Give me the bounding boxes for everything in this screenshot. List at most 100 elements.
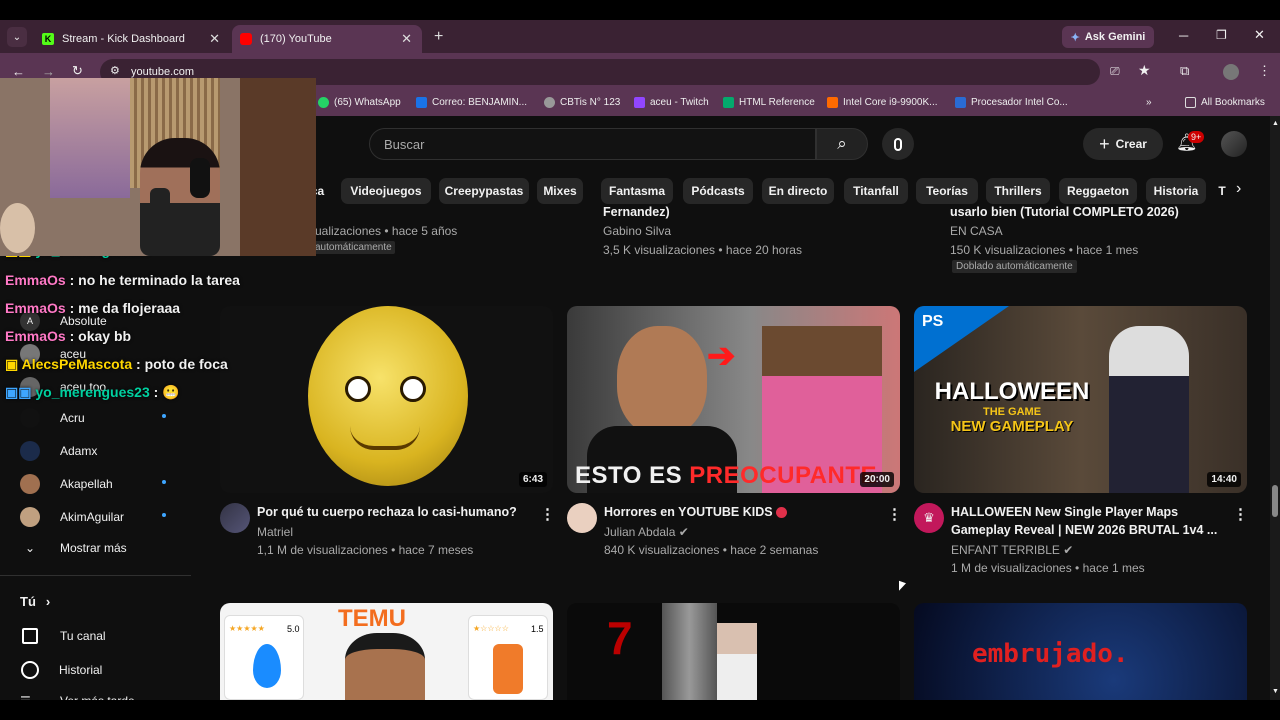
sub-label: Akapellah	[60, 477, 113, 491]
site-info-icon[interactable]: ⚙	[110, 64, 120, 77]
tab-youtube[interactable]: (170) YouTube ✕	[232, 25, 422, 53]
ask-gemini-button[interactable]: ✦ Ask Gemini	[1062, 26, 1154, 48]
chip-videojuegos[interactable]: Videojuegos	[341, 178, 431, 204]
bookmark-cbtis[interactable]: CBTis N° 123	[544, 97, 620, 108]
sidebar-sub-akapellah[interactable]: Akapellah	[20, 474, 113, 494]
chip-teorias[interactable]: Teorías	[916, 178, 978, 204]
video-meta: 3,5 K visualizaciones • hace 20 horas	[603, 243, 802, 257]
you-section-header[interactable]: Tú ›	[20, 594, 50, 609]
reload-icon[interactable]: ↻	[72, 63, 83, 79]
chip-podcasts[interactable]: Pódcasts	[683, 178, 753, 204]
chat-text: : me da flojeraaa	[65, 300, 181, 316]
video-title[interactable]: Fernandez)	[603, 203, 670, 219]
man-face-image	[345, 633, 425, 700]
window-close-button[interactable]: ✕	[1254, 27, 1265, 43]
channel-avatar[interactable]	[220, 503, 250, 533]
minimize-button[interactable]: ─	[1179, 28, 1188, 43]
bookmark-correo[interactable]: Correo: BENJAMIN...	[416, 97, 527, 108]
channel-name[interactable]: EN CASA	[950, 224, 1003, 238]
profile-icon[interactable]	[1223, 64, 1239, 80]
more-bookmarks-icon[interactable]: »	[1146, 97, 1152, 108]
bookmark-html-reference[interactable]: HTML Reference	[723, 97, 815, 108]
forward-icon[interactable]: →	[42, 64, 55, 79]
video-thumbnail[interactable]: 6:43	[220, 306, 553, 493]
bookmark-label: CBTis N° 123	[560, 97, 621, 108]
more-options-icon[interactable]: ⋮	[540, 505, 555, 523]
show-more-button[interactable]: ⌄ Mostrar más	[20, 541, 127, 555]
bookmark-intel-core[interactable]: Intel Core i9-9900K...	[827, 97, 938, 108]
chip-label: Fantasma	[608, 184, 666, 198]
all-bookmarks[interactable]: All Bookmarks	[1185, 97, 1265, 108]
video-thumbnail[interactable]: TEMU ★★★★★ 5.0 ★☆☆☆☆ 1.5	[220, 603, 553, 700]
crown-icon: ♛	[923, 510, 935, 525]
chip-titanfall[interactable]: Titanfall	[844, 178, 908, 204]
video-thumbnail[interactable]: PS HALLOWEEN THE GAME NEW GAMEPLAY 14:40	[914, 306, 1247, 493]
create-button[interactable]: + Crear	[1083, 128, 1163, 160]
sidebar-item-history[interactable]: Historial	[20, 661, 102, 679]
sidebar-sub-adamx[interactable]: Adamx	[20, 441, 97, 461]
video-thumbnail[interactable]: 7	[567, 603, 900, 700]
bookmark-twitch[interactable]: aceu - Twitch	[634, 97, 709, 108]
video-title[interactable]: Por qué tu cuerpo rechaza lo casi-humano…	[257, 503, 517, 521]
chip-fantasma[interactable]: Fantasma	[601, 178, 673, 204]
channel-name[interactable]: Julian Abdala ✔	[604, 525, 689, 539]
chip-en-directo[interactable]: En directo	[762, 178, 834, 204]
channel-avatar	[20, 507, 40, 527]
amazon-icon	[827, 97, 838, 108]
scrollbar-thumb[interactable]	[1272, 485, 1278, 517]
video-meta: 1 M de visualizaciones • hace 1 mes	[951, 561, 1145, 575]
channel-name[interactable]: Gabino Silva	[603, 224, 671, 238]
plush-toy-image	[0, 203, 35, 253]
sidebar-sub-acru[interactable]: Acru	[20, 408, 85, 428]
chip-creepypastas[interactable]: Creepypastas	[439, 178, 529, 204]
notifications-button[interactable]: 🔔︎ 9+	[1176, 131, 1205, 155]
back-icon[interactable]: ←	[12, 64, 25, 79]
video-title[interactable]: usarlo bien (Tutorial COMPLETO 2026)	[950, 203, 1179, 219]
video-title[interactable]: HALLOWEEN New Single Player Maps	[951, 503, 1178, 521]
menu-icon[interactable]: ⋮	[1258, 63, 1271, 79]
chip-thrillers[interactable]: Thrillers	[986, 178, 1050, 204]
new-tab-button[interactable]: +	[434, 28, 443, 46]
sidebar-item-your-channel[interactable]: Tu canal	[20, 628, 106, 644]
chip-partial-right[interactable]: T	[1215, 178, 1229, 204]
sidebar-divider	[0, 575, 191, 576]
kick-icon: K	[42, 33, 54, 45]
page-scrollbar[interactable]: ▲ ▼	[1270, 116, 1280, 700]
chat-username: AlecsPeMascota	[21, 356, 133, 372]
tab-search-dropdown[interactable]: ⌄	[7, 27, 27, 47]
chip-historia[interactable]: Historia	[1146, 178, 1206, 204]
restore-button[interactable]: ❐	[1216, 28, 1227, 42]
video-thumbnail[interactable]: ➔ ESTO ES PREOCUPANTE 20:00	[567, 306, 900, 493]
chat-text: : no he terminado la tarea	[65, 272, 240, 288]
close-icon[interactable]: ✕	[401, 31, 412, 47]
channel-name[interactable]: ENFANT TERRIBLE ✔	[951, 543, 1073, 557]
search-button[interactable]: ⌕	[816, 128, 868, 160]
account-avatar[interactable]	[1221, 131, 1247, 157]
cast-icon[interactable]: ⎚	[1110, 64, 1120, 79]
bookmark-procesador[interactable]: Procesador Intel Co...	[955, 97, 1068, 108]
voice-search-button[interactable]	[882, 128, 914, 160]
extensions-icon[interactable]: ⧉	[1180, 63, 1189, 79]
chip-reggaeton[interactable]: Reggaeton	[1059, 178, 1137, 204]
video-title[interactable]: Horrores en YOUTUBE KIDS	[604, 503, 788, 521]
bookmark-star-icon[interactable]: ★	[1138, 62, 1151, 79]
more-options-icon[interactable]: ⋮	[1233, 505, 1248, 523]
sub-label: AkimAguilar	[60, 510, 125, 524]
video-title-line2[interactable]: Gameplay Reveal | NEW 2026 BRUTAL 1v4 ..…	[951, 521, 1217, 539]
scroll-down-icon[interactable]: ▼	[1272, 688, 1279, 695]
tab-kick[interactable]: K Stream - Kick Dashboard ✕	[34, 25, 230, 53]
search-input[interactable]: Buscar	[369, 128, 816, 160]
channel-name[interactable]: Matriel	[257, 525, 293, 539]
more-options-icon[interactable]: ⋮	[887, 505, 902, 523]
sidebar-sub-akimaguilar[interactable]: AkimAguilar	[20, 507, 124, 527]
close-icon[interactable]: ✕	[209, 31, 220, 47]
embrujado-caption: embrujado.	[972, 639, 1129, 669]
verified-icon: ✔	[1063, 543, 1074, 557]
channel-avatar[interactable]: ♛	[914, 503, 944, 533]
channel-avatar[interactable]	[567, 503, 597, 533]
scroll-up-icon[interactable]: ▲	[1272, 120, 1279, 127]
video-thumbnail[interactable]: embrujado.	[914, 603, 1247, 700]
chevron-right-icon[interactable]: ›	[1236, 180, 1241, 198]
bookmark-whatsapp[interactable]: (65) WhatsApp	[318, 97, 401, 108]
chip-mixes[interactable]: Mixes	[537, 178, 583, 204]
